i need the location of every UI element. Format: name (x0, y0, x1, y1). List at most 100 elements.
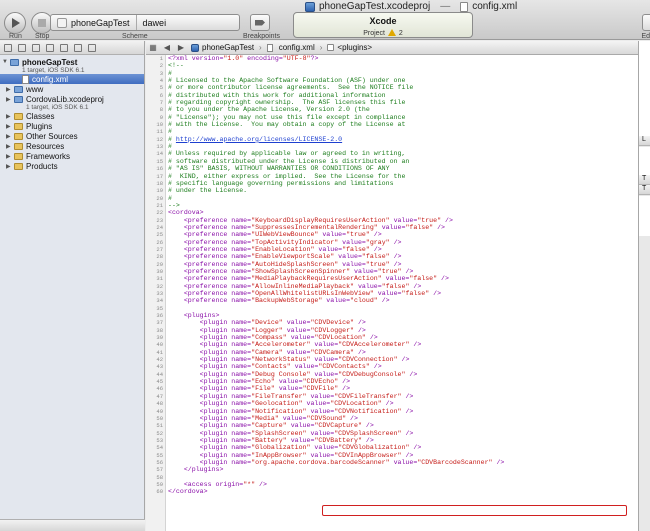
code-line[interactable]: 48 <plugin name="Geolocation" value="CDV… (146, 400, 638, 407)
code-line[interactable]: 38 <plugin name="Logger" value="CDVLogge… (146, 327, 638, 334)
license-link[interactable]: http://www.apache.org/licenses/LICENSE-2… (176, 136, 342, 143)
code-line[interactable]: 56 <plugin name="org.apache.cordova.barc… (146, 459, 638, 466)
tree-item-config-xml[interactable]: config.xml (0, 74, 144, 84)
code-line[interactable]: 49 <plugin name="Notification" value="CD… (146, 408, 638, 415)
tree-item-frameworks[interactable]: ▶ Frameworks (0, 151, 144, 161)
forward-arrow-icon[interactable]: ▶ (174, 43, 188, 52)
inspector-section-header[interactable]: T (639, 185, 650, 195)
code-line[interactable]: 57 </plugins> (146, 466, 638, 473)
code-line[interactable]: 45 <plugin name="Echo" value="CDVEcho" /… (146, 378, 638, 385)
code-line[interactable]: 21 --> (146, 202, 638, 209)
inspector-checkbox-area[interactable] (639, 196, 650, 236)
code-line[interactable]: 8 # to you under the Apache License, Vers… (146, 106, 638, 113)
code-line[interactable]: 20 # (146, 195, 638, 202)
activity-status[interactable]: Project 2 (294, 29, 472, 37)
code-line[interactable]: 19 # under the License. (146, 187, 638, 194)
code-line[interactable]: 30 <preference name="ShowSplashScreenSpi… (146, 268, 638, 275)
search-navigator-icon[interactable] (32, 43, 40, 52)
code-line[interactable]: 23 <preference name="KeyboardDisplayRequ… (146, 217, 638, 224)
code-line[interactable]: 34 <preference name="BackupWebStorage" v… (146, 297, 638, 304)
tree-item-other-sources[interactable]: ▶ Other Sources (0, 131, 144, 141)
tree-item-classes[interactable]: ▶ Classes (0, 111, 144, 121)
code-line[interactable]: 1 <?xml version="1.0" encoding="UTF-8"?> (146, 55, 638, 62)
back-arrow-icon[interactable]: ◀ (160, 43, 174, 52)
log-navigator-icon[interactable] (88, 43, 96, 52)
tree-item-resources[interactable]: ▶ Resources (0, 141, 144, 151)
editor-mode-button[interactable] (642, 14, 650, 31)
tree-item-phonegaptest[interactable]: ▼ phoneGapTest (0, 57, 144, 67)
code-line[interactable]: 39 <plugin name="Compass" value="CDVLoca… (146, 334, 638, 341)
tree-item-products[interactable]: ▶ Products (0, 161, 144, 171)
code-line[interactable]: 58 (146, 474, 638, 481)
code-line[interactable]: 9 # "License"); you may not use this file… (146, 114, 638, 121)
code-line[interactable]: 11 # (146, 128, 638, 135)
disclosure-closed-icon[interactable]: ▶ (6, 86, 12, 93)
code-line[interactable]: 40 <plugin name="Accelerometer" value="C… (146, 341, 638, 348)
tree-item-cordovalib[interactable]: ▶ CordovaLib.xcodeproj (0, 94, 144, 104)
code-line[interactable]: 36 <plugins> (146, 312, 638, 319)
code-line[interactable]: 24 <preference name="SuppressesIncrement… (146, 224, 638, 231)
code-line[interactable]: 31 <preference name="MediaPlaybackRequir… (146, 275, 638, 282)
code-line[interactable]: 4 # Licensed to the Apache Software Found… (146, 77, 638, 84)
disclosure-open-icon[interactable]: ▼ (2, 59, 8, 65)
code-line[interactable]: 14 # Unless required by applicable law or… (146, 150, 638, 157)
code-line[interactable]: 33 <preference name="OpenAllWhitelistURL… (146, 290, 638, 297)
code-line[interactable]: 41 <plugin name="Camera" value="CDVCamer… (146, 349, 638, 356)
disclosure-closed-icon[interactable]: ▶ (6, 133, 12, 140)
code-line[interactable]: 29 <preference name="AutoHideSplashScree… (146, 261, 638, 268)
code-line[interactable]: 44 <plugin name="Debug Console" value="C… (146, 371, 638, 378)
issue-navigator-icon[interactable] (46, 43, 54, 52)
symbol-navigator-icon[interactable] (18, 43, 26, 52)
code-line[interactable]: 10 # with the License. You may obtain a c… (146, 121, 638, 128)
related-files-icon[interactable]: ▦ (146, 43, 160, 52)
code-line[interactable]: 60 </cordova> (146, 488, 638, 495)
debug-navigator-icon[interactable] (60, 43, 68, 52)
source-editor[interactable]: 1 <?xml version="1.0" encoding="UTF-8"?> 2… (146, 55, 638, 531)
code-line[interactable]: 50 <plugin name="Media" value="CDVSound"… (146, 415, 638, 422)
disclosure-closed-icon[interactable]: ▶ (6, 113, 12, 120)
inspector-section-header[interactable]: T (639, 175, 650, 185)
code-line[interactable]: 37 <plugin name="Device" value="CDVDevic… (146, 319, 638, 326)
code-line[interactable]: 53 <plugin name="Battery" value="CDVBatt… (146, 437, 638, 444)
code-line[interactable]: 47 <plugin name="FileTransfer" value="CD… (146, 393, 638, 400)
code-line[interactable]: 55 <plugin name="InAppBrowser" value="CD… (146, 452, 638, 459)
code-line[interactable]: 32 <preference name="AllowInlineMediaPla… (146, 283, 638, 290)
breakpoint-navigator-icon[interactable] (74, 43, 82, 52)
disclosure-closed-icon[interactable]: ▶ (6, 153, 12, 160)
code-line[interactable]: 5 # or more contributor license agreement… (146, 84, 638, 91)
jump-bar-project[interactable]: phoneGapTest (188, 43, 257, 52)
scheme-device[interactable]: dawei (135, 15, 173, 30)
code-line[interactable]: 17 # KIND, either express or implied. See… (146, 173, 638, 180)
disclosure-closed-icon[interactable]: ▶ (6, 163, 12, 170)
code-line[interactable]: 35 (146, 305, 638, 312)
folder-navigator-icon[interactable] (4, 43, 12, 52)
inspector-section-header[interactable]: L (639, 136, 650, 146)
code-line[interactable]: 51 <plugin name="Capture" value="CDVCapt… (146, 422, 638, 429)
scheme-target[interactable]: phoneGapTest (51, 15, 136, 30)
code-line[interactable]: 22 <cordova> (146, 209, 638, 216)
code-line[interactable]: 16 # "AS IS" BASIS, WITHOUT WARRANTIES OR… (146, 165, 638, 172)
disclosure-closed-icon[interactable]: ▶ (6, 96, 12, 103)
breakpoints-button[interactable] (250, 14, 270, 31)
code-line[interactable]: 18 # specific language governing permissi… (146, 180, 638, 187)
code-line[interactable]: 6 # distributed with this work for additi… (146, 92, 638, 99)
code-line[interactable]: 13 # (146, 143, 638, 150)
disclosure-closed-icon[interactable]: ▶ (6, 123, 12, 130)
code-line[interactable]: 12 # http://www.apache.org/licenses/LICEN… (146, 136, 638, 143)
code-line[interactable]: 46 <plugin name="File" value="CDVFile" /… (146, 385, 638, 392)
code-line[interactable]: 59 <access origin="*" /> (146, 481, 638, 488)
run-button[interactable] (4, 12, 26, 34)
jump-bar-element[interactable]: <plugins> (324, 43, 375, 52)
code-line[interactable]: 26 <preference name="TopActivityIndicato… (146, 239, 638, 246)
code-line[interactable]: 27 <preference name="EnableLocation" val… (146, 246, 638, 253)
code-line[interactable]: 54 <plugin name="Globalization" value="C… (146, 444, 638, 451)
code-line[interactable]: 42 <plugin name="NetworkStatus" value="C… (146, 356, 638, 363)
code-line[interactable]: 28 <preference name="EnableViewportScale… (146, 253, 638, 260)
code-line[interactable]: 15 # software distributed under the Licen… (146, 158, 638, 165)
code-line[interactable]: 52 <plugin name="SplashScreen" value="CD… (146, 430, 638, 437)
code-line[interactable]: 43 <plugin name="Contacts" value="CDVCon… (146, 363, 638, 370)
code-line[interactable]: 2 <!-- (146, 62, 638, 69)
tree-item-www[interactable]: ▶ www (0, 84, 144, 94)
code-line[interactable]: 7 # regarding copyright ownership. The AS… (146, 99, 638, 106)
tree-item-plugins[interactable]: ▶ Plugins (0, 121, 144, 131)
